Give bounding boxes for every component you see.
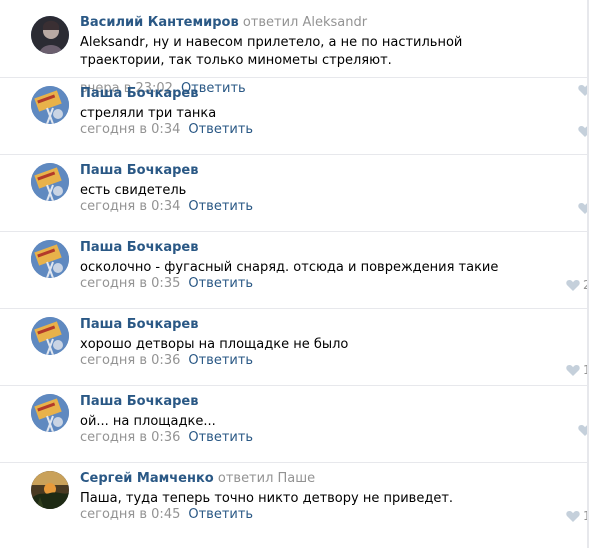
avatar[interactable] <box>31 16 69 54</box>
comment-date[interactable]: сегодня в 0:36 <box>80 353 180 368</box>
author-name[interactable]: Василий Кантемиров <box>80 15 239 30</box>
author-name[interactable]: Паша Бочкарев <box>80 240 198 255</box>
author-line: Сергей Мамченко ответил Паше <box>80 471 315 487</box>
author-line: Василий Кантемиров ответил Aleksandr <box>80 15 367 31</box>
author-line: Паша Бочкарев <box>80 317 198 333</box>
comment-text: стреляли три танка <box>80 106 217 121</box>
author-name[interactable]: Паша Бочкарев <box>80 163 198 178</box>
reply-button[interactable]: Ответить <box>188 276 253 291</box>
author-line: Паша Бочкарев <box>80 394 198 410</box>
avatar[interactable] <box>31 471 69 509</box>
heart-icon[interactable] <box>566 364 580 376</box>
comment-text: Паша, туда теперь точно никто детвору не… <box>80 491 454 506</box>
heart-icon[interactable] <box>566 279 580 291</box>
avatar[interactable] <box>31 317 69 355</box>
comment-text: есть свидетель <box>80 183 187 198</box>
comment-meta: сегодня в 0:36 Ответить <box>80 353 253 369</box>
comment-text: Aleksandr, ну и навесом прилетело, а не … <box>80 35 463 68</box>
reply-button[interactable]: Ответить <box>188 507 253 522</box>
heart-icon[interactable] <box>566 510 580 522</box>
avatar[interactable] <box>31 86 69 124</box>
comment-meta: сегодня в 0:45 Ответить <box>80 507 253 523</box>
sign-photo-icon <box>31 86 69 124</box>
user-photo-icon <box>31 471 69 509</box>
author-line: Паша Бочкарев <box>80 240 198 256</box>
sign-photo-icon <box>31 240 69 278</box>
reply-button[interactable]: Ответить <box>188 199 253 214</box>
avatar[interactable] <box>31 163 69 201</box>
reply-to-label[interactable]: ответил Aleksandr <box>243 15 367 30</box>
sign-photo-icon <box>31 394 69 432</box>
author-line: Паша Бочкарев <box>80 86 198 102</box>
reply-button[interactable]: Ответить <box>188 353 253 368</box>
comment-date[interactable]: сегодня в 0:45 <box>80 507 180 522</box>
comment-text: осколочно - фугасный снаряд. отсюда и по… <box>80 260 499 275</box>
author-name[interactable]: Паша Бочкарев <box>80 317 198 332</box>
comment-item: Паша Бочкарев стреляли три танка сегодня… <box>0 77 589 154</box>
comment-item: Паша Бочкарев хорошо детворы на площадке… <box>0 308 589 385</box>
author-name[interactable]: Паша Бочкарев <box>80 86 198 101</box>
sign-photo-icon <box>31 317 69 355</box>
comment-text: ой... на площадке... <box>80 414 216 429</box>
user-photo-icon <box>31 16 69 54</box>
comment-item: Сергей Мамченко ответил Паше Паша, туда … <box>0 462 589 539</box>
comment-item: Василий Кантемиров ответил Aleksandr Ale… <box>0 7 589 96</box>
reply-to-label[interactable]: ответил Паше <box>218 471 315 486</box>
reply-button[interactable]: Ответить <box>188 430 253 445</box>
comment-date[interactable]: сегодня в 0:34 <box>80 122 180 137</box>
comment-date[interactable]: сегодня в 0:36 <box>80 430 180 445</box>
comment-text: хорошо детворы на площадке не было <box>80 337 349 352</box>
author-name[interactable]: Паша Бочкарев <box>80 394 198 409</box>
author-name[interactable]: Сергей Мамченко <box>80 471 214 486</box>
sign-photo-icon <box>31 163 69 201</box>
comment-meta: сегодня в 0:35 Ответить <box>80 276 253 292</box>
comment-item: Паша Бочкарев ой... на площадке... сегод… <box>0 385 589 462</box>
comment-list: Василий Кантемиров ответил Aleksandr Ale… <box>0 0 589 539</box>
comment-meta: сегодня в 0:34 Ответить <box>80 199 253 215</box>
comment-meta: сегодня в 0:34 Ответить <box>80 122 253 138</box>
reply-button[interactable]: Ответить <box>188 122 253 137</box>
comment-meta: сегодня в 0:36 Ответить <box>80 430 253 446</box>
author-line: Паша Бочкарев <box>80 163 198 179</box>
comment-date[interactable]: сегодня в 0:34 <box>80 199 180 214</box>
avatar[interactable] <box>31 240 69 278</box>
comment-date[interactable]: сегодня в 0:35 <box>80 276 180 291</box>
comment-item: Паша Бочкарев есть свидетель сегодня в 0… <box>0 154 589 231</box>
avatar[interactable] <box>31 394 69 432</box>
comment-item: Паша Бочкарев осколочно - фугасный снаря… <box>0 231 589 308</box>
